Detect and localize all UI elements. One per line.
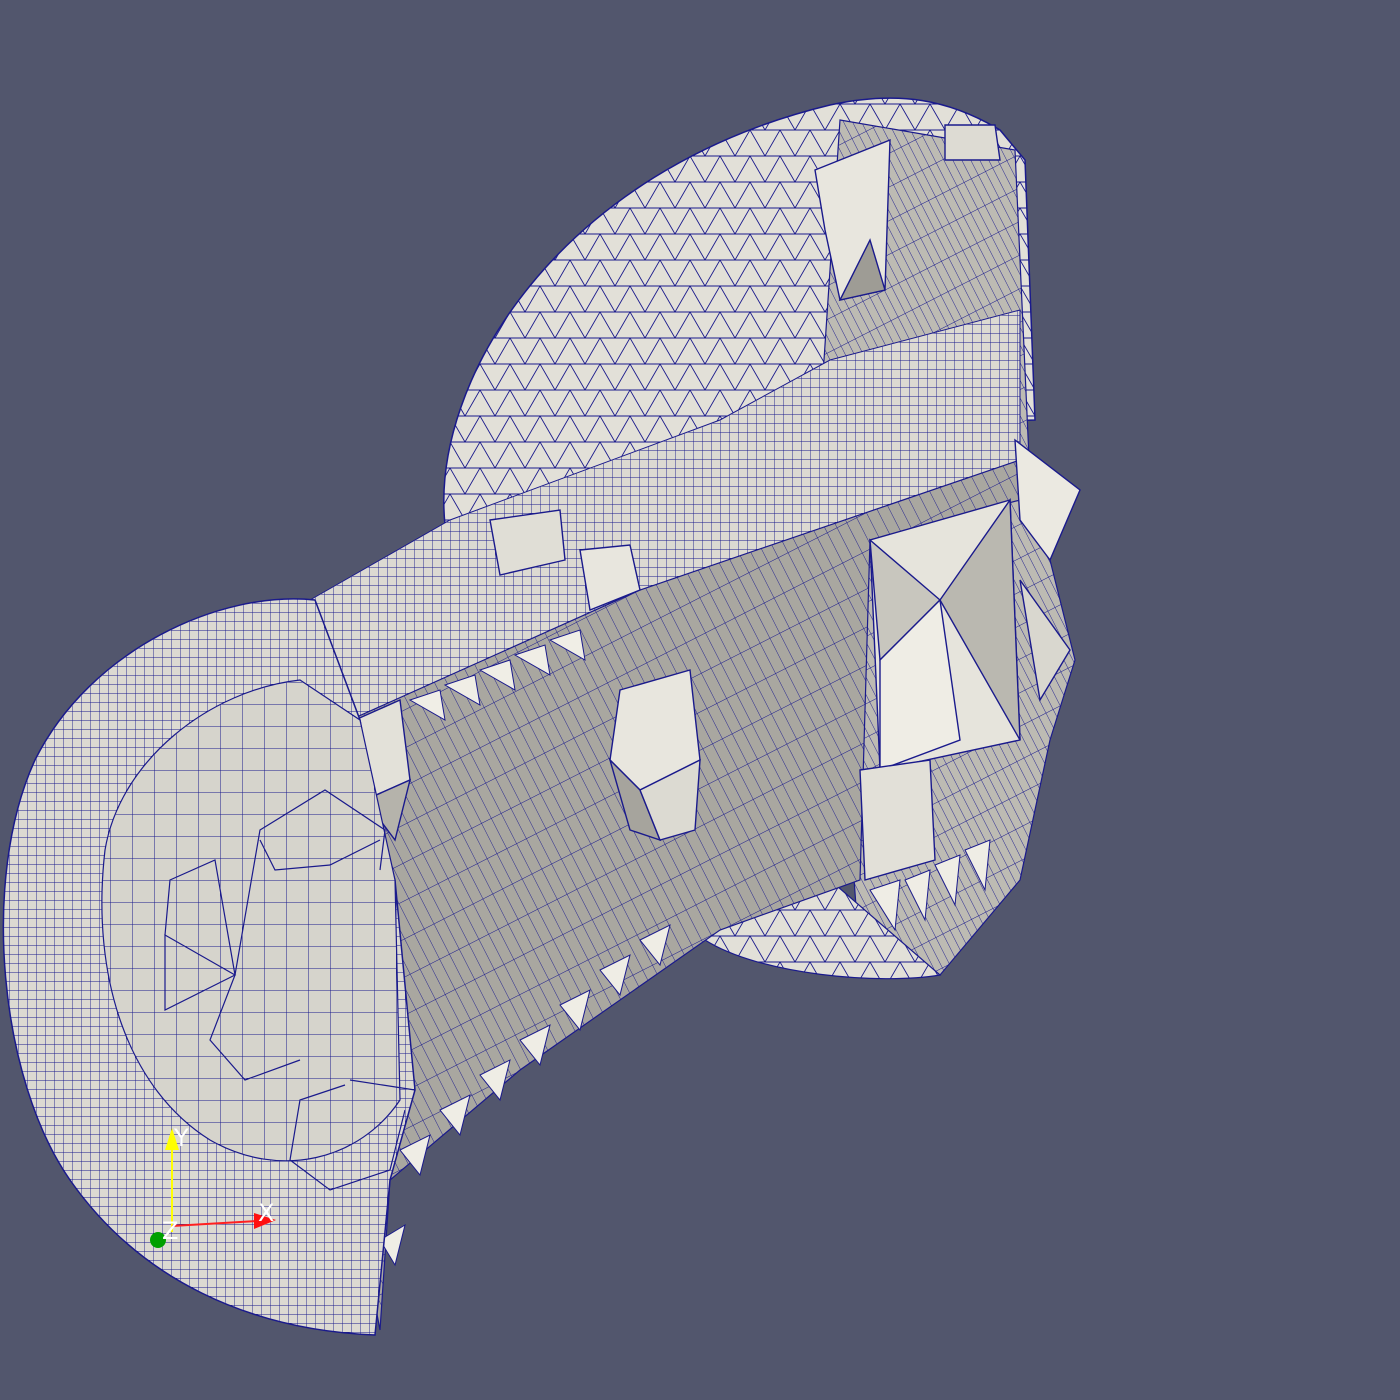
render-canvas[interactable]: Y X Z — [0, 0, 1400, 1400]
x-axis-label: X — [258, 1199, 274, 1227]
z-axis-label: Z — [162, 1217, 178, 1245]
render-viewport[interactable]: Y X Z — [0, 0, 1400, 1400]
y-axis-label: Y — [173, 1124, 189, 1152]
